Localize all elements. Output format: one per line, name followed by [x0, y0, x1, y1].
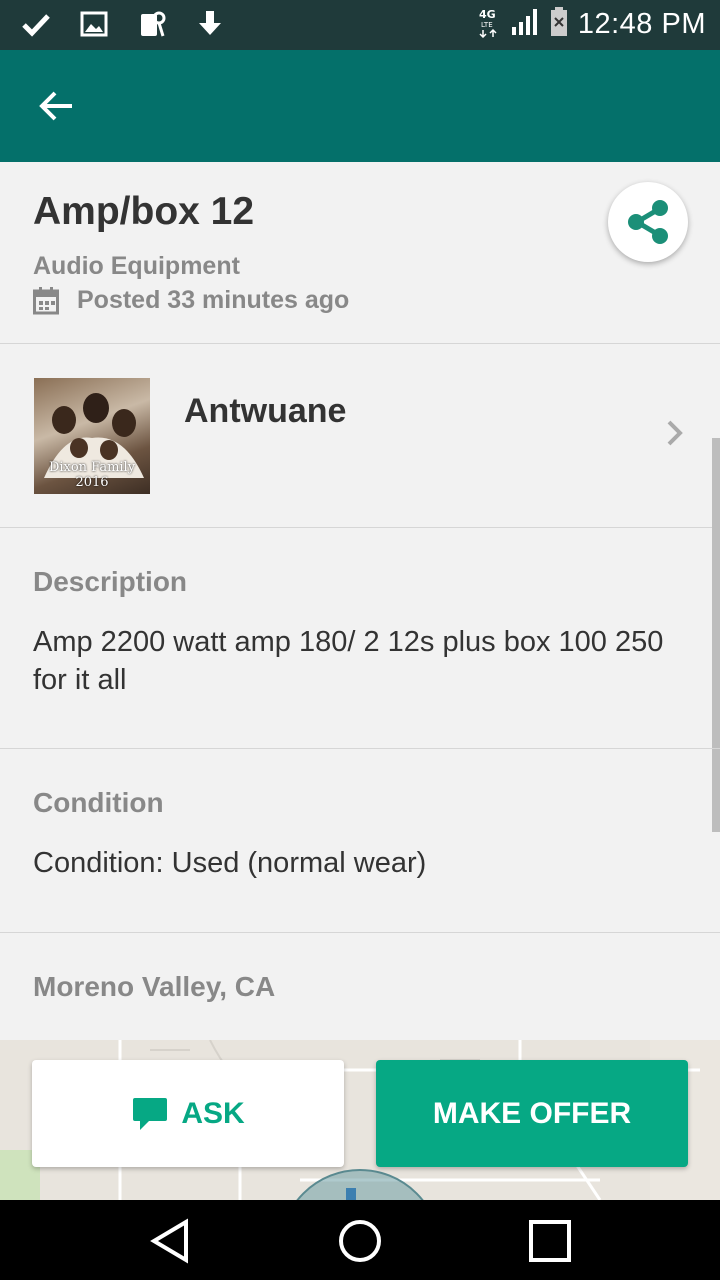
circle-home-icon — [339, 1220, 381, 1262]
nav-back-button[interactable] — [145, 1216, 195, 1266]
ask-button[interactable]: ASK — [32, 1060, 344, 1167]
chat-bubble-icon — [133, 1097, 168, 1130]
photo-caption: Dixon Family 2016 — [48, 460, 136, 490]
condition-section: Condition Condition: Used (normal wear) — [0, 749, 720, 933]
condition-title: Condition — [33, 787, 164, 818]
network-4g-icon: 4G LTE — [478, 6, 500, 43]
listing-category[interactable]: Audio Equipment — [33, 252, 240, 281]
listing-header: Amp/box 12 Audio Equipment Posted 33 min… — [0, 162, 720, 344]
triangle-back-icon — [150, 1218, 188, 1264]
seller-row[interactable]: Dixon Family 2016 Antwuane — [0, 344, 720, 528]
listing-title: Amp/box 12 — [33, 190, 255, 233]
share-icon — [628, 200, 668, 244]
make-offer-label: MAKE OFFER — [432, 1096, 632, 1130]
app-bar — [0, 50, 720, 162]
location-section: Moreno Valley, CA — [0, 933, 720, 1040]
description-title: Description — [33, 566, 188, 597]
check-icon — [20, 8, 52, 40]
image-icon — [78, 8, 110, 40]
make-offer-button[interactable]: MAKE OFFER — [376, 1060, 688, 1167]
posted-text: Posted 33 minutes ago — [77, 286, 350, 314]
signal-icon — [510, 7, 540, 42]
condition-text: Condition: Used (normal wear) — [33, 847, 427, 879]
share-button[interactable] — [608, 182, 688, 262]
ask-label: ASK — [181, 1096, 245, 1130]
battery-icon — [550, 7, 568, 42]
seller-name: Antwuane — [184, 392, 347, 430]
nav-home-button[interactable] — [335, 1216, 385, 1266]
calendar-icon — [33, 286, 59, 314]
carrier-app-icon — [136, 8, 168, 40]
seller-avatar: Dixon Family 2016 — [34, 378, 150, 494]
posted-time: Posted 33 minutes ago — [33, 286, 349, 315]
description-text: Amp 2200 watt amp 180/ 2 12s plus box 10… — [33, 626, 664, 696]
system-nav-bar — [0, 1200, 720, 1280]
location-title: Moreno Valley, CA — [33, 971, 276, 1002]
chevron-right-icon — [664, 418, 686, 453]
back-button[interactable] — [30, 84, 82, 128]
status-time: 12:48 PM — [577, 8, 706, 40]
arrow-left-icon — [39, 91, 72, 121]
svg-text:LTE: LTE — [481, 21, 493, 29]
description-section: Description Amp 2200 watt amp 180/ 2 12s… — [0, 528, 720, 749]
status-bar: 4G LTE 12:48 PM — [0, 0, 720, 50]
nav-recents-button[interactable] — [525, 1216, 575, 1266]
square-recents-icon — [529, 1220, 571, 1262]
download-icon — [194, 8, 226, 40]
svg-text:4G: 4G — [479, 8, 496, 21]
